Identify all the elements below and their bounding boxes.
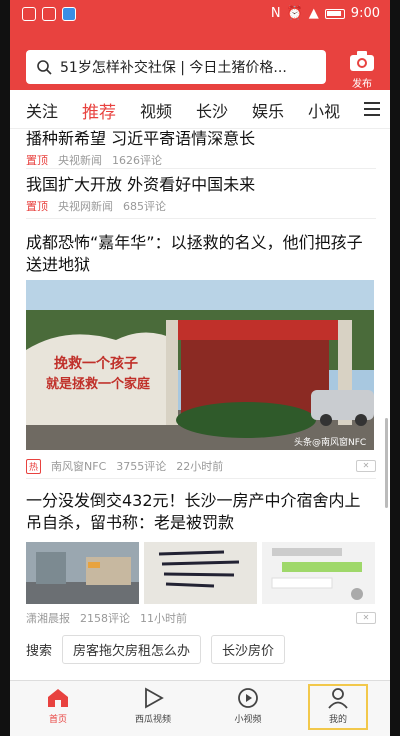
alarm-icon: ⏰ <box>286 6 303 21</box>
tab-short-video[interactable]: 小视 <box>308 98 340 122</box>
news-meta-row: 热 南风窗NFC 3755评论 22小时前 ✕ <box>26 456 376 474</box>
nfc-icon: N <box>270 6 281 21</box>
phone-screen: N ⏰ ▲ 9:00 51岁怎样补交社保 | 今日土猪价格... 发布 关注 推… <box>10 0 390 736</box>
related-search-label: 搜索 <box>26 644 53 659</box>
dislike-icon[interactable]: ✕ <box>356 460 376 472</box>
search-bar[interactable]: 51岁怎样补交社保 | 今日土猪价格... <box>26 50 326 84</box>
comment-count: 685评论 <box>123 200 166 213</box>
pinned-tag: 置顶 <box>26 154 48 167</box>
status-bar: N ⏰ ▲ 9:00 <box>10 0 390 30</box>
divider <box>26 478 376 479</box>
news-meta-row: 潇湘晨报 2158评论 11小时前 ✕ <box>26 608 376 626</box>
channel-tabs: 关注 推荐 视频 长沙 娱乐 小视 <box>10 90 390 129</box>
nav-short-video[interactable]: 小视频 <box>210 687 286 725</box>
news-title: 我国扩大开放 外资看好中国未来 <box>26 175 256 194</box>
short-video-icon <box>238 688 258 708</box>
news-item[interactable]: 一分没发倒交432元！长沙一房产中介宿舍内上吊自杀，留书称：老是被罚款 <box>26 490 376 534</box>
news-feed: 播种新希望 习近平寄语情深意长 置顶 央视新闻 1626评论 我国扩大开放 外资… <box>10 128 390 680</box>
tab-follow[interactable]: 关注 <box>26 98 58 122</box>
tab-changsha[interactable]: 长沙 <box>196 98 228 122</box>
notification-icon <box>42 7 56 21</box>
publish-button[interactable]: 发布 <box>340 50 384 90</box>
publish-time: 11小时前 <box>140 612 187 625</box>
app-header: N ⏰ ▲ 9:00 51岁怎样补交社保 | 今日土猪价格... 发布 <box>10 0 390 90</box>
news-source: 央视网新闻 <box>58 200 113 213</box>
news-source: 潇湘晨报 <box>26 612 70 625</box>
dislike-icon[interactable]: ✕ <box>356 612 376 624</box>
news-item[interactable]: 播种新希望 习近平寄语情深意长 置顶 央视新闻 1626评论 <box>26 128 376 168</box>
news-thumbnail[interactable] <box>144 542 257 604</box>
related-search: 搜索 房客拖欠房租怎么办 长沙房价 <box>26 635 286 664</box>
channel-menu-icon[interactable] <box>364 102 380 120</box>
search-icon <box>37 60 52 75</box>
news-source: 南风窗NFC <box>51 460 107 473</box>
notification-icon <box>22 7 36 21</box>
nav-xigua-video[interactable]: 西瓜视频 <box>115 687 191 725</box>
highlight-box <box>308 684 368 730</box>
publish-label: 发布 <box>352 79 372 90</box>
bottom-navigation: 首页 西瓜视频 小视频 我的 <box>10 680 390 736</box>
news-title: 播种新希望 习近平寄语情深意长 <box>26 129 256 148</box>
battery-icon <box>324 8 345 19</box>
news-image[interactable]: 挽救一个孩子 就是拯救一个家庭 头条@南风窗NFC <box>26 280 374 450</box>
divider <box>26 218 376 219</box>
search-query: 51岁怎样补交社保 | 今日土猪价格... <box>60 60 287 76</box>
tab-video[interactable]: 视频 <box>140 98 172 122</box>
scrollbar[interactable] <box>385 418 388 508</box>
image-slogan: 就是拯救一个家庭 <box>46 376 151 392</box>
news-thumbnail[interactable] <box>26 542 139 604</box>
camera-icon <box>350 51 374 71</box>
nav-label: 首页 <box>48 715 67 725</box>
comment-count: 3755评论 <box>116 460 167 473</box>
nav-label: 小视频 <box>234 715 262 725</box>
play-icon <box>145 687 164 709</box>
image-slogan: 挽救一个孩子 <box>54 355 138 372</box>
search-chip[interactable]: 长沙房价 <box>211 635 286 664</box>
hot-tag: 热 <box>26 458 42 474</box>
home-icon <box>48 689 68 707</box>
pinned-tag: 置顶 <box>26 200 48 213</box>
publish-time: 22小时前 <box>176 460 224 473</box>
clock: 9:00 <box>350 6 380 21</box>
divider <box>26 168 376 169</box>
signal-icon: ▲ <box>308 6 319 21</box>
comment-count: 1626评论 <box>112 154 162 167</box>
nav-home[interactable]: 首页 <box>20 687 96 725</box>
news-title: 成都恐怖“嘉年华”：以拯救的名义，他们把孩子送进地狱 <box>26 233 363 274</box>
tab-entertainment[interactable]: 娱乐 <box>252 98 284 122</box>
image-watermark: 头条@南风窗NFC <box>294 436 366 448</box>
news-source: 央视新闻 <box>58 154 102 167</box>
news-item[interactable]: 我国扩大开放 外资看好中国未来 置顶 央视网新闻 685评论 <box>26 174 376 214</box>
tab-recommend[interactable]: 推荐 <box>82 98 116 123</box>
telegram-icon <box>62 7 76 21</box>
search-chip[interactable]: 房客拖欠房租怎么办 <box>62 635 202 664</box>
news-thumbnail[interactable] <box>262 542 375 604</box>
news-item[interactable]: 成都恐怖“嘉年华”：以拯救的名义，他们把孩子送进地狱 <box>26 232 376 276</box>
nav-label: 西瓜视频 <box>134 715 171 725</box>
news-title: 一分没发倒交432元！长沙一房产中介宿舍内上吊自杀，留书称：老是被罚款 <box>26 491 361 532</box>
comment-count: 2158评论 <box>80 612 130 625</box>
